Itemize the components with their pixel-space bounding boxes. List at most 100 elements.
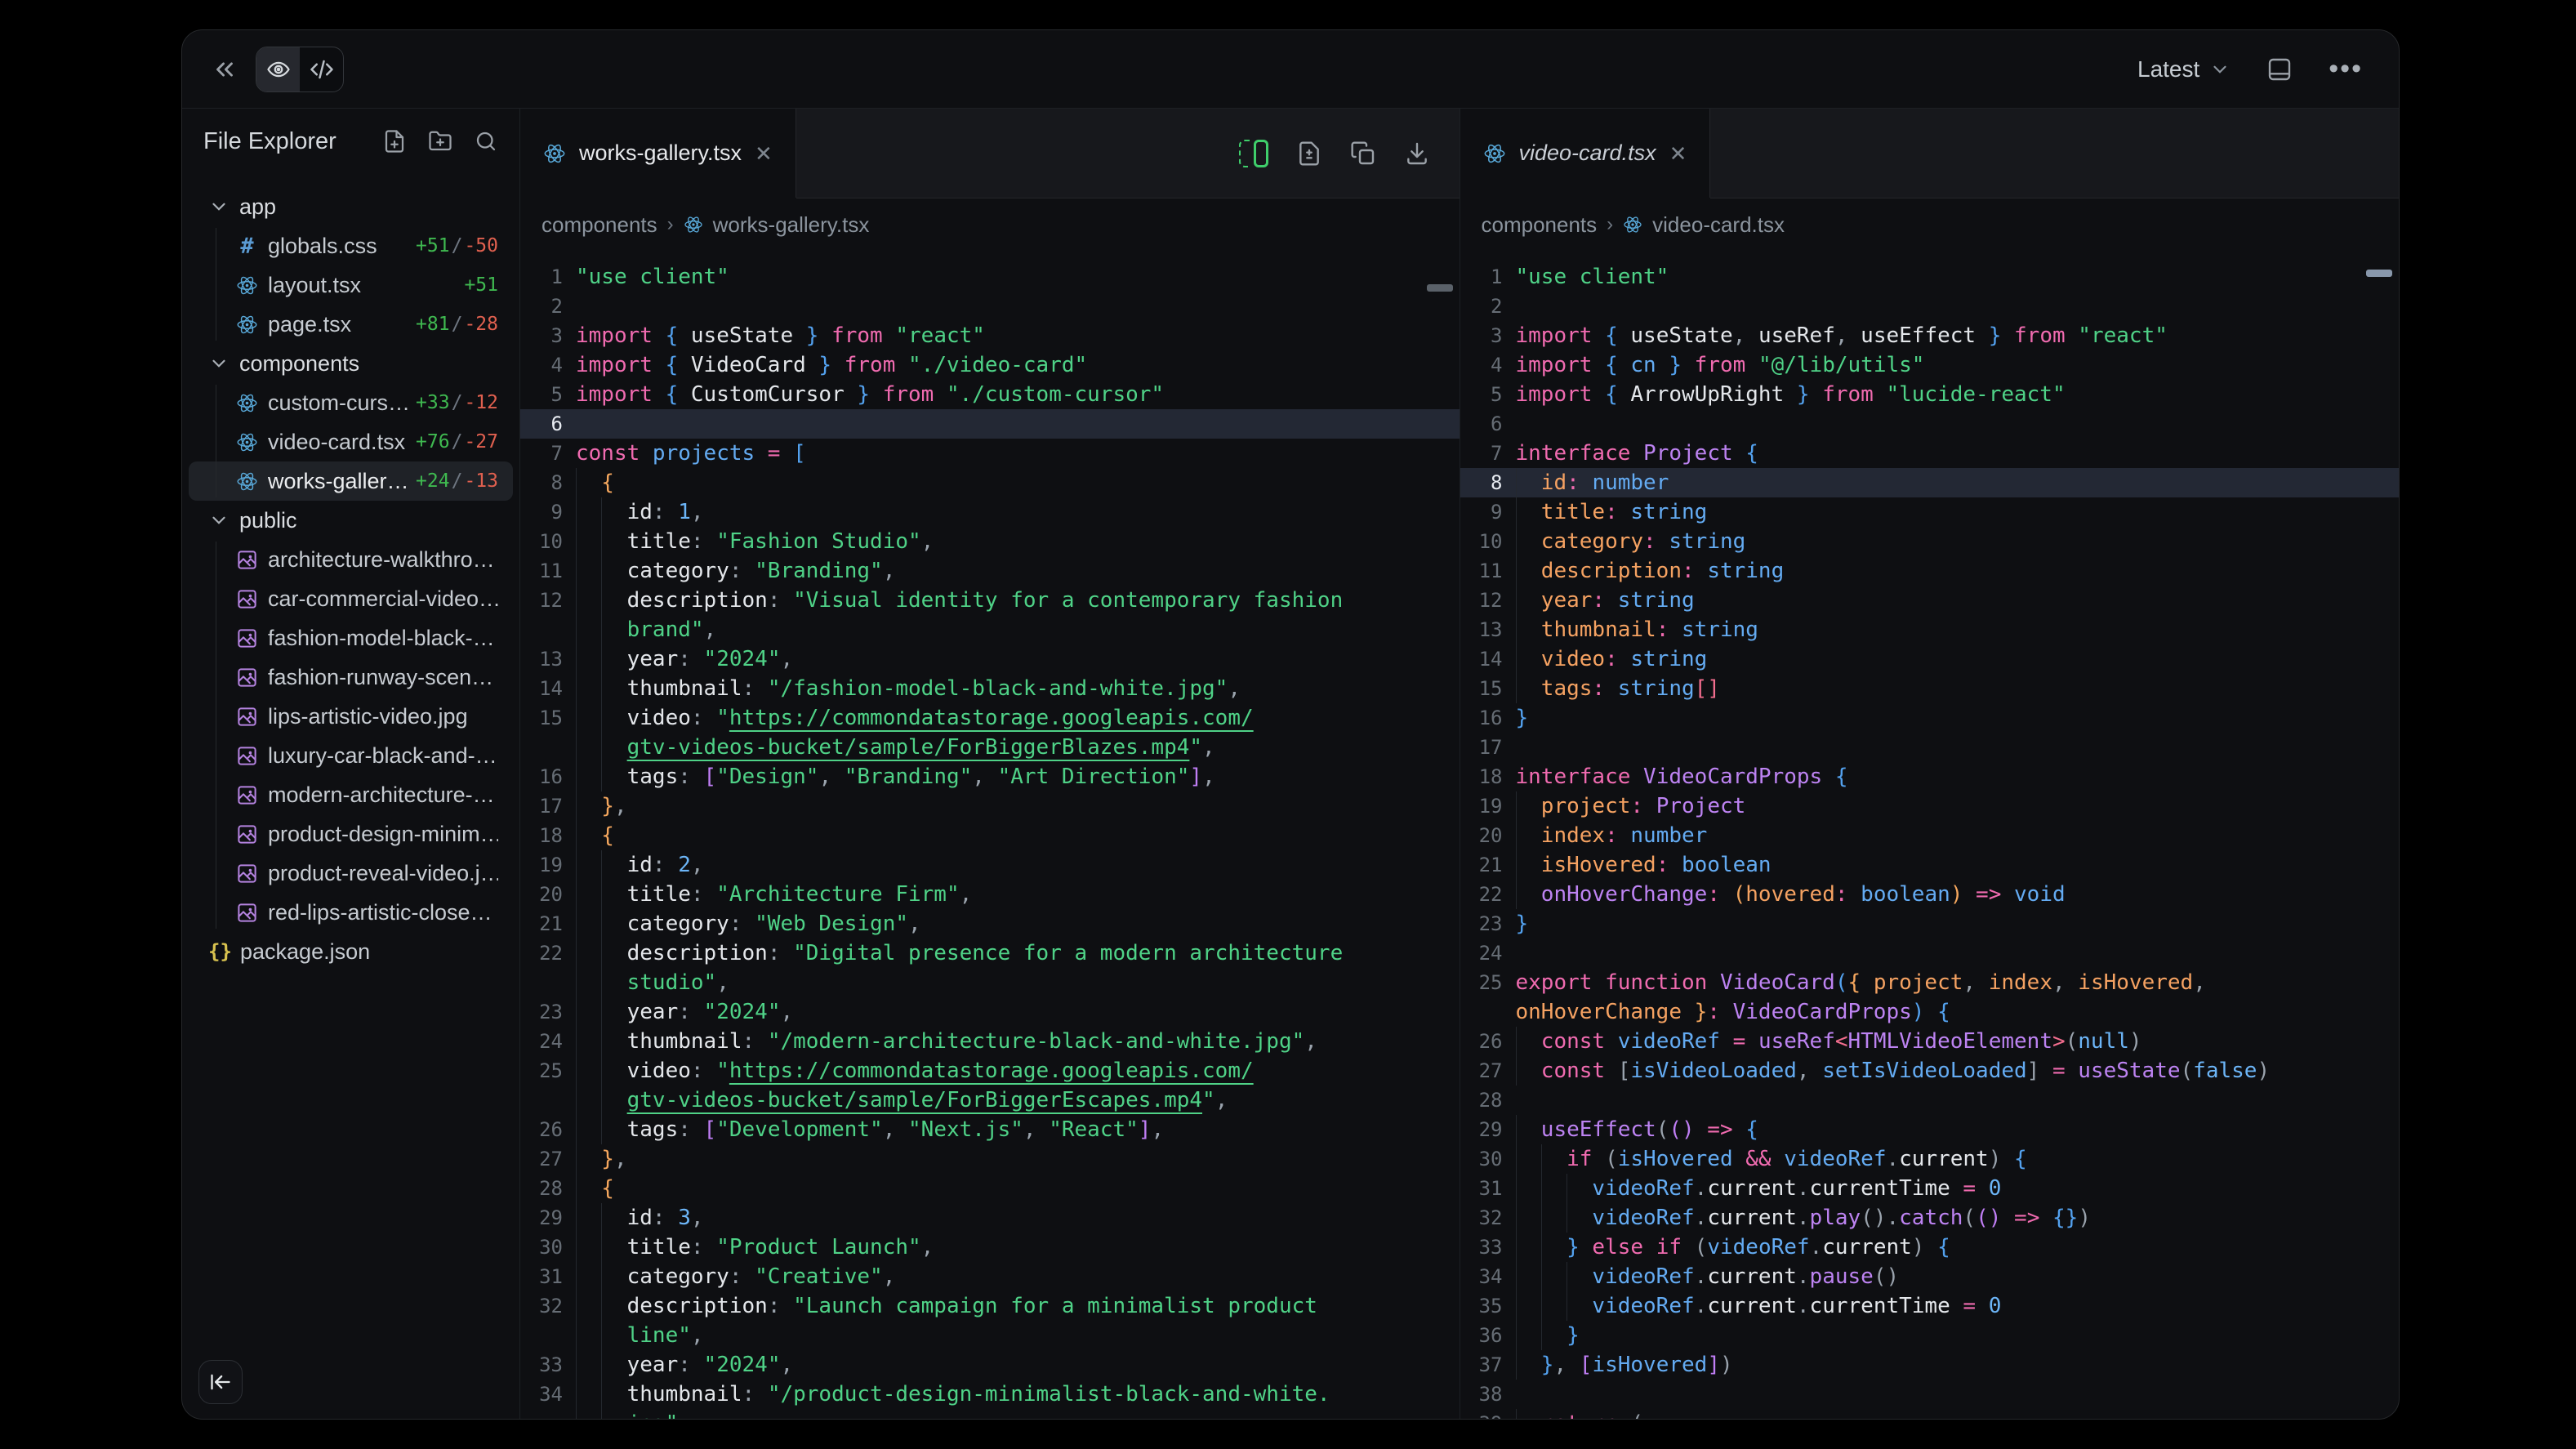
code-line[interactable]: 11 category: "Branding",	[520, 556, 1460, 586]
code-line[interactable]: 19 project: Project	[1460, 791, 2400, 821]
file-row-product-design-minim-[interactable]: product-design-minim…	[189, 814, 513, 854]
code-line[interactable]: 8 {	[520, 468, 1460, 497]
code-toggle-button[interactable]	[300, 47, 343, 91]
code-line[interactable]: 21 category: "Web Design",	[520, 909, 1460, 939]
code-line-current[interactable]: 8 id: number	[1460, 468, 2400, 497]
collapse-sidebar-button[interactable]	[207, 51, 243, 87]
more-options-button[interactable]: •••	[2329, 53, 2363, 85]
code-area[interactable]: 1"use client"23import { useState, useRef…	[1460, 251, 2400, 1419]
file-row-works-galler-[interactable]: works-galler…+24/-13	[189, 461, 513, 501]
code-line[interactable]: 16}	[1460, 703, 2400, 733]
close-icon[interactable]: ✕	[755, 143, 773, 164]
file-row-car-commercial-video-[interactable]: car-commercial-video…	[189, 579, 513, 618]
code-line[interactable]: 2	[1460, 292, 2400, 321]
code-line[interactable]: 30 if (isHovered && videoRef.current) {	[1460, 1144, 2400, 1174]
code-line[interactable]: 1"use client"	[520, 262, 1460, 292]
code-line[interactable]: 33 } else if (videoRef.current) {	[1460, 1233, 2400, 1262]
code-line[interactable]: 24	[1460, 939, 2400, 968]
code-line[interactable]: 10 title: "Fashion Studio",	[520, 527, 1460, 556]
code-line[interactable]: 7const projects = [	[520, 439, 1460, 468]
code-line[interactable]: 18 {	[520, 821, 1460, 850]
code-line[interactable]: 32 videoRef.current.play().catch(() => {…	[1460, 1203, 2400, 1233]
file-row-lips-artistic-video.jpg[interactable]: lips-artistic-video.jpg	[189, 697, 513, 736]
code-line[interactable]: 20 index: number	[1460, 821, 2400, 850]
code-line[interactable]: 25 video: "https://commondatastorage.goo…	[520, 1056, 1460, 1086]
code-line[interactable]: 24 thumbnail: "/modern-architecture-blac…	[520, 1027, 1460, 1056]
code-line[interactable]: 4import { VideoCard } from "./video-card…	[520, 350, 1460, 380]
code-line[interactable]: 12 description: "Visual identity for a c…	[520, 586, 1460, 615]
code-line[interactable]: 23}	[1460, 909, 2400, 939]
file-row-fashion-model-black-[interactable]: fashion-model-black-…	[189, 618, 513, 658]
download-button[interactable]	[1404, 140, 1430, 167]
code-area[interactable]: 1"use client"23import { useState } from …	[520, 251, 1460, 1419]
code-line[interactable]: 20 title: "Architecture Firm",	[520, 880, 1460, 909]
code-line[interactable]: studio",	[520, 968, 1460, 997]
code-line[interactable]: 13 year: "2024",	[520, 644, 1460, 674]
file-row-custom-curs-[interactable]: custom-curs…+33/-12	[189, 383, 513, 422]
code-line[interactable]: 28	[1460, 1086, 2400, 1115]
code-line[interactable]: 13 thumbnail: string	[1460, 615, 2400, 644]
code-line[interactable]: 9 id: 1,	[520, 497, 1460, 527]
code-line[interactable]: 25export function VideoCard({ project, i…	[1460, 968, 2400, 997]
copy-button[interactable]	[1350, 140, 1376, 167]
code-line[interactable]: 15 tags: string[]	[1460, 674, 2400, 703]
tab-video-card[interactable]: video-card.tsx ✕	[1460, 109, 1711, 198]
file-row-modern-architecture-[interactable]: modern-architecture-…	[189, 775, 513, 814]
jump-to-start-button[interactable]	[198, 1360, 243, 1404]
file-row-product-reveal-video.j-[interactable]: product-reveal-video.j…	[189, 854, 513, 893]
code-line[interactable]: 9 title: string	[1460, 497, 2400, 527]
code-line[interactable]: 28 {	[520, 1174, 1460, 1203]
new-folder-button[interactable]	[428, 129, 452, 154]
code-line[interactable]: 19 id: 2,	[520, 850, 1460, 880]
version-dropdown[interactable]: Latest	[2137, 56, 2231, 82]
code-line[interactable]: 29 useEffect(() => {	[1460, 1115, 2400, 1144]
code-line[interactable]: 22 description: "Digital presence for a …	[520, 939, 1460, 968]
code-line[interactable]: 4import { cn } from "@/lib/utils"	[1460, 350, 2400, 380]
code-line[interactable]: 18interface VideoCardProps {	[1460, 762, 2400, 791]
code-line[interactable]: gtv-videos-bucket/sample/ForBiggerBlazes…	[520, 733, 1460, 762]
code-line[interactable]: jpg",	[520, 1409, 1460, 1419]
code-line[interactable]: 5import { CustomCursor } from "./custom-…	[520, 380, 1460, 409]
file-row-video-card.tsx[interactable]: video-card.tsx+76/-27	[189, 422, 513, 461]
code-line[interactable]: brand",	[520, 615, 1460, 644]
new-file-button[interactable]	[382, 129, 407, 154]
code-line[interactable]: 14 video: string	[1460, 644, 2400, 674]
code-line[interactable]: 37 }, [isHovered])	[1460, 1350, 2400, 1380]
code-line[interactable]: 27 },	[520, 1144, 1460, 1174]
code-line[interactable]: 29 id: 3,	[520, 1203, 1460, 1233]
code-line[interactable]: 26 tags: ["Development", "Next.js", "Rea…	[520, 1115, 1460, 1144]
code-line[interactable]: 35 videoRef.current.currentTime = 0	[1460, 1291, 2400, 1321]
code-line-current[interactable]: 6	[520, 409, 1460, 439]
code-line[interactable]: 12 year: string	[1460, 586, 2400, 615]
file-row-page.tsx[interactable]: page.tsx+81/-28	[189, 305, 513, 344]
code-line[interactable]: 11 description: string	[1460, 556, 2400, 586]
folder-row-components[interactable]: components	[189, 344, 513, 383]
code-line[interactable]: line",	[520, 1321, 1460, 1350]
code-line[interactable]: 10 category: string	[1460, 527, 2400, 556]
code-line[interactable]: 31 category: "Creative",	[520, 1262, 1460, 1291]
code-line[interactable]: 30 title: "Product Launch",	[520, 1233, 1460, 1262]
code-line[interactable]: 3import { useState, useRef, useEffect } …	[1460, 321, 2400, 350]
code-line[interactable]: 6	[1460, 409, 2400, 439]
code-line[interactable]: 3import { useState } from "react"	[520, 321, 1460, 350]
code-line[interactable]: 26 const videoRef = useRef<HTMLVideoElem…	[1460, 1027, 2400, 1056]
code-line[interactable]: 1"use client"	[1460, 262, 2400, 292]
code-line[interactable]: 22 onHoverChange: (hovered: boolean) => …	[1460, 880, 2400, 909]
code-line[interactable]: 38	[1460, 1380, 2400, 1409]
code-line[interactable]: 36 }	[1460, 1321, 2400, 1350]
code-line[interactable]: 15 video: "https://commondatastorage.goo…	[520, 703, 1460, 733]
code-line[interactable]: 5import { ArrowUpRight } from "lucide-re…	[1460, 380, 2400, 409]
folder-row-app[interactable]: app	[189, 187, 513, 226]
search-button[interactable]	[474, 129, 498, 154]
code-line[interactable]: 2	[520, 292, 1460, 321]
folder-row-public[interactable]: public	[189, 501, 513, 540]
scrollbar-marker[interactable]	[1427, 284, 1453, 292]
code-line[interactable]: 21 isHovered: boolean	[1460, 850, 2400, 880]
breadcrumb-file[interactable]: video-card.tsx	[1652, 212, 1785, 238]
code-line[interactable]: 17	[1460, 733, 2400, 762]
file-row-layout.tsx[interactable]: layout.tsx+51	[189, 265, 513, 305]
breadcrumb-file[interactable]: works-gallery.tsx	[713, 212, 870, 238]
code-line[interactable]: 32 description: "Launch campaign for a m…	[520, 1291, 1460, 1321]
breadcrumb-folder[interactable]: components	[541, 212, 657, 238]
file-row-architecture-walkthro-[interactable]: architecture-walkthro…	[189, 540, 513, 579]
